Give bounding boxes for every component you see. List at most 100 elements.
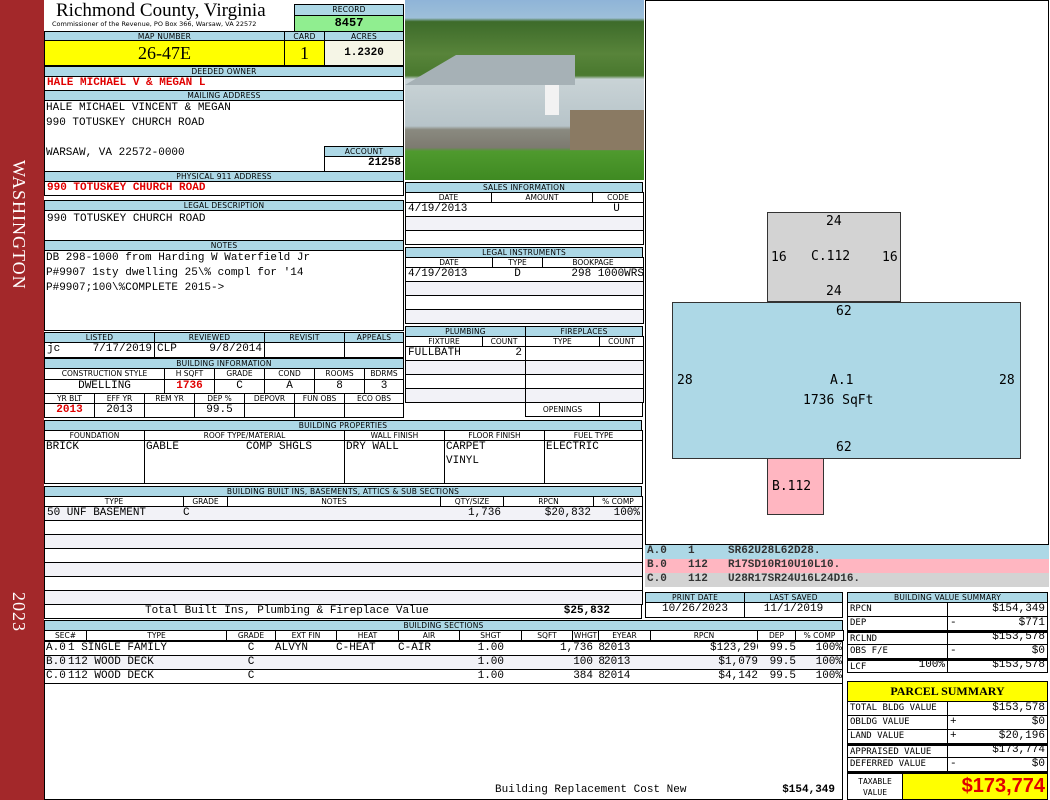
taxable-value-label: TAXABLE VALUE: [847, 771, 903, 800]
building-section-cell: 100%: [815, 670, 842, 682]
value-amount: $153,578: [992, 659, 1045, 671]
value-amount: $20,196: [998, 730, 1045, 742]
legal-instrument-cell: 298 1000WRS: [571, 268, 644, 280]
building-info-value: 2013: [44, 403, 95, 418]
building-section-cell: 100%: [815, 656, 842, 668]
listed-by: jc: [47, 343, 61, 355]
district-sidebar: WASHINGTON 2023: [0, 0, 44, 800]
building-section-cell: [336, 656, 399, 669]
fireplace-row: [525, 388, 644, 403]
reviewed-date: 9/8/2014: [209, 343, 262, 355]
deeded-owner-name: HALE MICHAEL V & MEGAN L: [44, 76, 404, 91]
sketch-label-c-name: C.112: [811, 249, 851, 264]
print-date: 10/26/2023: [645, 602, 745, 618]
built-in-row: [44, 534, 643, 549]
legend-path: SR62U28L62D28.: [728, 545, 821, 557]
value-amount: $154,349: [992, 603, 1045, 615]
foundation-value: BRICK: [46, 441, 80, 453]
value-summary-row-label: RPCN: [847, 602, 948, 617]
review-cell: [264, 342, 345, 358]
parcel-summary-row-label: OBLDG VALUE: [847, 715, 948, 730]
building-section-cell: $1,079: [718, 656, 758, 668]
plumbing-cell: 2: [515, 347, 522, 359]
district-name: WASHINGTON: [9, 160, 29, 290]
sales-cell: U: [613, 203, 620, 215]
wall-finish-value: DRY WALL: [346, 441, 399, 453]
legend-sec: A.0: [647, 545, 667, 557]
building-section-cell: C-AIR: [398, 642, 432, 654]
sales-row: [405, 230, 644, 245]
legal-instrument-cell: 4/19/2013: [408, 268, 468, 280]
record-number: 8457: [294, 15, 404, 32]
legend-path: R17SD10R10U10L10.: [728, 559, 841, 571]
built-ins-total-value: $25,832: [563, 605, 610, 617]
building-section-cell: A.0: [46, 642, 66, 654]
replacement-cost-label: Building Replacement Cost New: [495, 784, 687, 796]
building-section-cell: 100%: [815, 642, 842, 654]
building-section-cell: 99.5: [769, 656, 796, 668]
openings-label: OPENINGS: [525, 402, 600, 417]
building-section-cell: ALVYN: [275, 642, 309, 654]
sketch-label-a-top: 62: [836, 304, 852, 319]
office-subtitle: Commissioner of the Revenue, PO Box 366,…: [52, 20, 257, 28]
sales-row: [405, 216, 644, 231]
taxable-value: $173,774: [902, 771, 1048, 800]
building-section-cell: 384: [573, 670, 593, 682]
value-amount: $153,578: [992, 702, 1045, 714]
building-section-cell: $123,296: [710, 642, 758, 654]
sketch-label-c-top: 24: [826, 214, 842, 229]
roof-type-value: GABLE: [146, 441, 180, 453]
lcf-percent: 100%: [918, 659, 945, 671]
sales-cell: 4/19/2013: [408, 203, 468, 215]
building-section-cell: 2013: [604, 656, 631, 668]
reviewed-by: CLP: [157, 343, 177, 355]
sketch-label-a-left: 28: [677, 373, 693, 388]
replacement-cost-value: $154,349: [782, 784, 835, 796]
building-info-value: [244, 403, 295, 418]
physical-address: 990 TOTUSKEY CHURCH ROAD: [44, 181, 404, 196]
property-photo: [405, 0, 644, 180]
sketch-label-c-right: 16: [882, 250, 898, 265]
sketch-label-a-area: 1736 SqFt: [803, 393, 874, 408]
legal-instrument-row: [405, 295, 644, 310]
value-amount: $173,774: [992, 744, 1045, 756]
property-record-card: WASHINGTON 2023 Richmond County, Virgini…: [0, 0, 1050, 800]
building-info-value: A: [264, 379, 315, 394]
fireplace-row: [525, 360, 644, 375]
building-section-cell: 1.00: [477, 656, 504, 668]
building-info-value: 99.5: [194, 403, 245, 418]
sketch-label-b-name: B.112: [772, 479, 812, 494]
building-section-cell: 112 WOOD DECK: [68, 670, 154, 682]
sketch-label-a-right: 28: [999, 373, 1015, 388]
floor-finish-value: CARPET: [446, 441, 486, 453]
county-title: Richmond County, Virginia: [56, 0, 266, 21]
building-section-cell: 1.00: [477, 642, 504, 654]
building-section-cell: [275, 670, 337, 683]
building-section-cell: 2014: [604, 670, 631, 682]
value-amount: $0: [1031, 758, 1045, 770]
listed-date: 7/17/2019: [92, 343, 152, 355]
building-section-cell: 1 SINGLE FAMILY: [68, 642, 168, 654]
value-amount: $0: [1031, 716, 1045, 728]
note-line: P#9907 1sty dwelling 25\% compl for '14: [46, 267, 304, 279]
building-section-cell: 99.5: [769, 642, 796, 654]
built-in-row: [44, 548, 643, 563]
building-section-cell: [275, 656, 337, 669]
fuel-type-value: ELECTRIC: [546, 441, 599, 453]
sketch-label-c-bottom: 24: [826, 284, 842, 299]
plumbing-row: [405, 388, 526, 403]
building-info-value: [144, 403, 195, 418]
building-info-value: [344, 403, 404, 418]
built-ins-total-label: Total Built Ins, Plumbing & Fireplace Va…: [145, 605, 429, 617]
building-section-cell: 112 WOOD DECK: [68, 656, 154, 668]
building-info-value: DWELLING: [44, 379, 165, 394]
plumbing-row: [405, 360, 526, 375]
mailing-line: WARSAW, VA 22572-0000: [46, 147, 185, 159]
building-info-value: 3: [364, 379, 404, 394]
built-in-row: [44, 576, 643, 591]
built-in-row: [44, 562, 643, 577]
value-amount: $771: [1018, 617, 1045, 629]
building-section-cell: $4,142: [718, 670, 758, 682]
building-info-value: C: [214, 379, 265, 394]
mailing-line: HALE MICHAEL VINCENT & MEGAN: [46, 102, 231, 114]
